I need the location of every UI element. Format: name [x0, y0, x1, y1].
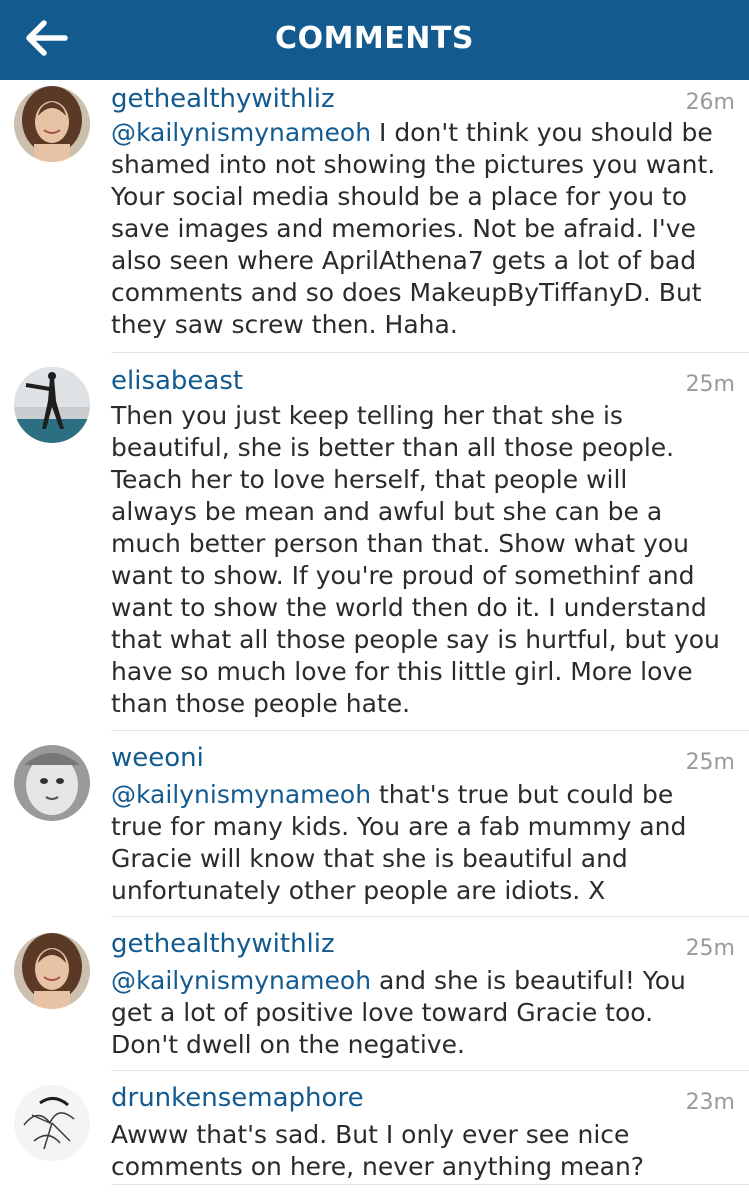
divider — [111, 1184, 749, 1185]
mention-link[interactable]: @kailynismynameoh — [111, 966, 371, 995]
back-button[interactable] — [18, 12, 74, 64]
comment-text: @kailynismynameoh that's true but could … — [111, 780, 687, 905]
comment-username[interactable]: drunkensemaphore — [111, 1083, 364, 1113]
avatar[interactable] — [14, 745, 90, 821]
comment-username[interactable]: elisabeast — [111, 366, 243, 396]
mention-link[interactable]: @kailynismynameoh — [111, 780, 371, 809]
avatar[interactable] — [14, 933, 90, 1009]
comment-item: gethealthywithliz 25m @kailynismynameoh … — [0, 917, 749, 1071]
comment-username[interactable]: gethealthywithliz — [111, 84, 335, 114]
comment-text: @kailynismynameoh I don't think you shou… — [111, 118, 716, 339]
comment-username[interactable]: gethealthywithliz — [111, 929, 335, 959]
mention-link[interactable]: @kailynismynameoh — [111, 118, 371, 147]
avatar[interactable] — [14, 1085, 90, 1161]
comment-timestamp: 26m — [685, 90, 735, 115]
avatar[interactable] — [14, 86, 90, 162]
comment-item: drunkensemaphore 23m Awww that's sad. Bu… — [0, 1071, 749, 1194]
page-title: COMMENTS — [275, 21, 474, 56]
comment-text: Then you just keep telling her that she … — [111, 401, 720, 718]
comment-username[interactable]: weeoni — [111, 743, 204, 773]
comment-item: gethealthywithliz 26m @kailynismynameoh … — [0, 80, 749, 353]
comment-item: elisabeast 25m Then you just keep tellin… — [0, 353, 749, 731]
comment-item: weeoni 25m @kailynismynameoh that's true… — [0, 731, 749, 917]
comment-text: @kailynismynameoh and she is beautiful! … — [111, 966, 686, 1059]
comment-text: Awww that's sad. But I only ever see nic… — [111, 1120, 645, 1181]
avatar[interactable] — [14, 367, 90, 443]
comment-timestamp: 25m — [685, 750, 735, 775]
comment-timestamp: 25m — [685, 936, 735, 961]
arrow-left-icon — [26, 20, 68, 56]
comment-timestamp: 25m — [685, 372, 735, 397]
comment-timestamp: 23m — [685, 1090, 735, 1115]
comment-list: gethealthywithliz 26m @kailynismynameoh … — [0, 80, 749, 1194]
top-bar: COMMENTS — [0, 0, 749, 80]
